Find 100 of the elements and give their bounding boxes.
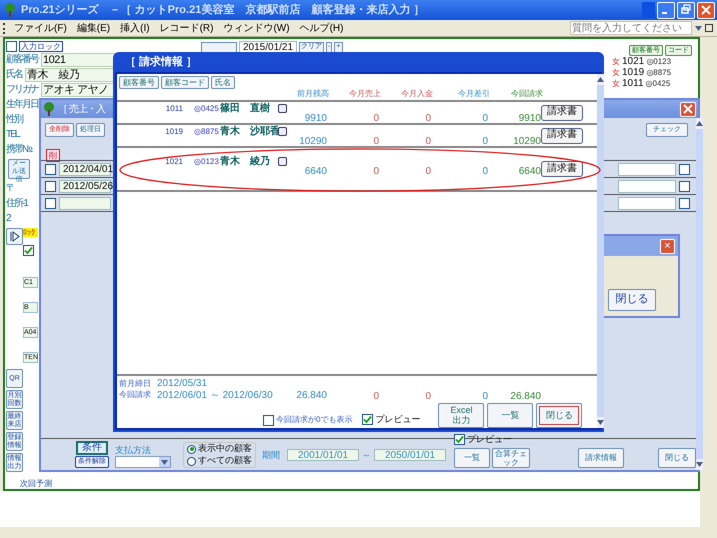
field-label: TEL.: [6, 128, 20, 142]
button[interactable]: 顧客番号: [119, 76, 159, 89]
customer-code: ◎8875: [194, 126, 220, 138]
scrollbar[interactable]: [597, 74, 604, 428]
total-cell-text: 0: [372, 390, 379, 401]
checkbox[interactable]: [679, 180, 690, 192]
button[interactable]: 閉じる: [536, 403, 582, 428]
date-field[interactable]: 2015/01/21: [239, 41, 298, 53]
checkbox[interactable]: [679, 164, 690, 174]
radio-label: すべての顧客: [198, 454, 252, 468]
payment-label: 支払方法: [115, 445, 152, 456]
button[interactable]: 顧客コード: [161, 76, 209, 89]
column-header: 今回請求: [510, 89, 543, 99]
scroll-down-icon[interactable]: [696, 459, 703, 470]
checkbox[interactable]: [362, 414, 374, 425]
button[interactable]: 一覧: [454, 448, 490, 468]
list-row[interactable]: 女 1021 ◎0123: [612, 56, 692, 67]
customer-number: 1021: [622, 55, 644, 68]
amount-cell-text: 9910: [518, 113, 541, 125]
help-search-field[interactable]: 質問を入力してください: [570, 21, 692, 35]
radio-label: 表示中の顧客: [198, 442, 252, 456]
checkbox[interactable]: [454, 434, 465, 445]
column-header: 今月売上: [348, 89, 381, 99]
checkbox[interactable]: [263, 414, 274, 426]
checkbox[interactable]: [679, 198, 690, 208]
checkbox[interactable]: [45, 164, 56, 174]
scroll-up-icon[interactable]: [696, 118, 703, 129]
date-field[interactable]: [59, 196, 111, 210]
text-field[interactable]: [618, 180, 676, 192]
close-button[interactable]: ×: [660, 238, 675, 254]
small-button[interactable]: [278, 127, 287, 136]
menu-item[interactable]: ヘルプ(H): [294, 20, 348, 36]
button[interactable]: 氏名: [211, 76, 235, 89]
close-button[interactable]: [680, 102, 696, 116]
restore-icon[interactable]: [705, 24, 713, 32]
button[interactable]: 請求情報: [578, 448, 624, 468]
delete-mark-icon[interactable]: 削: [46, 149, 60, 162]
taskbar-block: [642, 2, 655, 18]
menu-item[interactable]: 編集(E): [72, 20, 116, 36]
field-label: 性別: [6, 112, 22, 127]
text-field[interactable]: [618, 196, 676, 210]
restore-button[interactable]: [677, 2, 695, 18]
column-header: 今月差引: [457, 89, 490, 99]
field-label: 顧客番号: [6, 52, 38, 67]
button[interactable]: 条件: [76, 441, 108, 455]
dropdown-arrow-icon[interactable]: [159, 457, 170, 467]
checkbox[interactable]: [45, 198, 56, 208]
customer-number: 1021: [164, 156, 183, 168]
checkbox-label: プレビュー: [375, 412, 420, 426]
button[interactable]: 請求書: [541, 161, 583, 177]
button[interactable]: 閉じる: [658, 448, 696, 468]
scroll-up-icon[interactable]: [597, 74, 604, 85]
menu-item[interactable]: 挿入(I): [115, 20, 155, 36]
checkbox[interactable]: [45, 180, 56, 192]
small-button[interactable]: [278, 157, 287, 166]
button[interactable]: 閉じる: [608, 288, 656, 311]
checkbox[interactable]: [23, 245, 34, 256]
customer-code: ◎0123: [646, 56, 672, 68]
scrollbar[interactable]: [696, 118, 703, 470]
checkbox[interactable]: [6, 40, 17, 52]
text-field[interactable]: 青木 綾乃: [25, 68, 115, 82]
menu-item[interactable]: レコード(R): [154, 20, 218, 36]
amount-cell-text: 0: [481, 136, 488, 148]
date-button[interactable]: [201, 42, 237, 52]
text-field[interactable]: [618, 162, 676, 176]
button[interactable]: 合算チェック: [492, 448, 530, 468]
restore-icon: [681, 4, 691, 14]
amount-cell-text: 0: [372, 113, 379, 125]
amount-cell-text: 0: [481, 166, 488, 178]
list-row[interactable]: 女 1011 ◎0425: [612, 78, 692, 89]
close-button[interactable]: [697, 2, 715, 18]
minimize-button[interactable]: [657, 2, 675, 18]
radio-option[interactable]: すべての顧客: [187, 455, 252, 467]
button[interactable]: 請求書: [541, 128, 583, 144]
text-field[interactable]: 1021: [41, 52, 115, 66]
scroll-down-icon[interactable]: [597, 417, 604, 428]
menu-item[interactable]: ウィンドウ(W): [218, 20, 295, 36]
menu-item[interactable]: ファイル(F): [9, 20, 72, 36]
amount-cell-text: 0: [372, 166, 379, 178]
small-button[interactable]: [278, 104, 287, 113]
date-field[interactable]: 2012/04/01: [59, 162, 111, 176]
dropdown-arrow-icon[interactable]: [694, 24, 702, 32]
minimize-icon: [662, 12, 667, 14]
total-cell-text: 0: [481, 390, 488, 401]
column-header: 今月入金: [400, 89, 433, 99]
button[interactable]: 一覧: [487, 403, 534, 428]
amount-cell-text: 0: [424, 166, 431, 178]
play-button[interactable]: [6, 228, 23, 245]
date-field[interactable]: 2012/05/26: [59, 180, 111, 192]
payment-dropdown[interactable]: [115, 456, 171, 468]
radio-button[interactable]: [187, 444, 196, 454]
button[interactable]: 請求書: [541, 104, 583, 120]
period-range: 2012/06/01 ～ 2012/06/30: [157, 388, 273, 402]
gender-mark: 女: [612, 56, 620, 68]
text-field[interactable]: アオキ アヤノ: [41, 82, 115, 96]
button[interactable]: Excel 出力: [438, 403, 484, 428]
list-row[interactable]: 女 1019 ◎8875: [612, 67, 692, 78]
radio-button[interactable]: [187, 456, 196, 466]
tilde-separator: ～: [362, 448, 371, 462]
radio-option[interactable]: 表示中の顧客: [187, 443, 252, 455]
